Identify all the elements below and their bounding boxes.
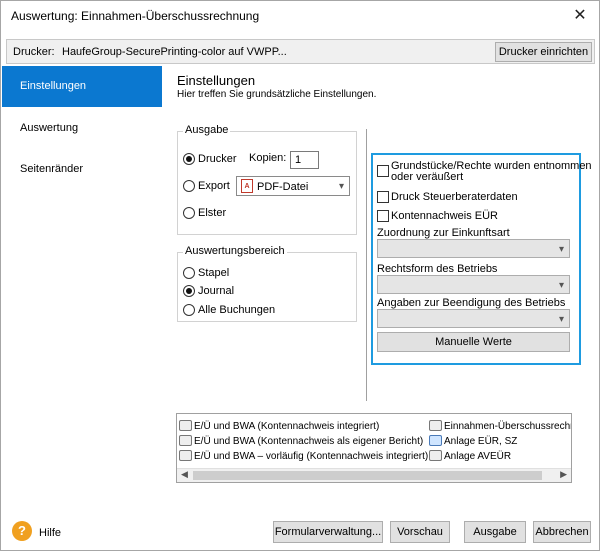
beendigung-label: Angaben zur Beendigung des Betriebs bbox=[377, 297, 566, 309]
chevron-right-icon[interactable]: ▶ bbox=[560, 469, 567, 480]
window-title: Auswertung: Einnahmen-Überschussrechnung bbox=[11, 9, 260, 23]
close-icon[interactable]: ✕ bbox=[569, 5, 591, 27]
radio-stapel-label: Stapel bbox=[198, 267, 230, 279]
checkbox-grundstuecke[interactable] bbox=[377, 165, 389, 177]
ausgabe-legend: Ausgabe bbox=[183, 124, 231, 136]
rechtsform-select[interactable]: ▾ bbox=[377, 275, 570, 294]
sidebar-item-seitenraender[interactable]: Seitenränder bbox=[2, 149, 162, 190]
radio-drucker-label: Drucker bbox=[198, 153, 237, 165]
rechtsform-label: Rechtsform des Betriebs bbox=[377, 263, 498, 275]
bereich-legend: Auswertungsbereich bbox=[183, 245, 287, 257]
sidebar-nav: Einstellungen Auswertung Seitenränder bbox=[2, 66, 162, 508]
chevron-down-icon: ▾ bbox=[558, 279, 564, 291]
radio-export-label: Export bbox=[198, 180, 230, 192]
checkbox-kontennachweis[interactable] bbox=[377, 210, 389, 222]
printer-bar: Drucker: HaufeGroup-SecurePrinting-color… bbox=[6, 39, 595, 64]
list-item[interactable]: E/Ü und BWA (Kontennachweis integriert) bbox=[179, 420, 379, 432]
list-item[interactable]: Anlage AVEÜR bbox=[429, 450, 511, 462]
manual-values-button[interactable]: Manuelle Werte bbox=[377, 332, 570, 352]
form-management-button[interactable]: Formularverwaltung... bbox=[273, 521, 383, 543]
help-label[interactable]: Hilfe bbox=[39, 527, 61, 539]
pdf-file-icon: A bbox=[241, 179, 253, 193]
checkbox-kontennachweis-label: Kontennachweis EÜR bbox=[391, 210, 499, 222]
scrollbar-thumb[interactable] bbox=[193, 471, 542, 480]
zuordnung-select[interactable]: ▾ bbox=[377, 239, 570, 258]
dialog-window: Auswertung: Einnahmen-Überschussrechnung… bbox=[0, 0, 600, 551]
printer-name: HaufeGroup-SecurePrinting-color auf VWPP… bbox=[62, 46, 287, 58]
beendigung-select[interactable]: ▾ bbox=[377, 309, 570, 328]
title-bar: Auswertung: Einnahmen-Überschussrechnung… bbox=[1, 1, 599, 31]
horizontal-scrollbar[interactable]: ◀ ▶ bbox=[177, 468, 571, 482]
radio-alle-buchungen-label: Alle Buchungen bbox=[198, 304, 276, 316]
radio-elster[interactable] bbox=[183, 207, 195, 219]
list-item[interactable]: E/Ü und BWA – vorläufig (Kontennachweis … bbox=[179, 450, 428, 462]
radio-drucker[interactable] bbox=[183, 153, 195, 165]
list-item[interactable]: Anlage EÜR, SZ bbox=[429, 435, 517, 447]
list-item[interactable]: E/Ü und BWA (Kontennachweis als eigener … bbox=[179, 435, 423, 447]
copies-label: Kopien: bbox=[249, 152, 287, 164]
printer-label: Drucker: bbox=[13, 46, 55, 58]
chevron-down-icon: ▾ bbox=[558, 243, 564, 255]
export-format-select[interactable]: A PDF-Datei ▾ bbox=[236, 176, 350, 196]
vertical-divider bbox=[366, 129, 367, 401]
sidebar-item-einstellungen[interactable]: Einstellungen bbox=[2, 66, 162, 107]
chevron-down-icon: ▾ bbox=[558, 313, 564, 325]
list-item[interactable]: Einnahmen-Überschussrechnu bbox=[429, 420, 571, 432]
radio-journal[interactable] bbox=[183, 285, 195, 297]
checkbox-steuerberater[interactable] bbox=[377, 191, 389, 203]
report-icon bbox=[179, 420, 192, 431]
report-icon bbox=[179, 435, 192, 446]
printer-setup-button[interactable]: Drucker einrichten bbox=[495, 42, 592, 62]
preview-button[interactable]: Vorschau bbox=[390, 521, 450, 543]
form-icon bbox=[429, 435, 442, 446]
zuordnung-label: Zuordnung zur Einkunftsart bbox=[377, 227, 510, 239]
page-title: Einstellungen bbox=[177, 73, 256, 88]
radio-journal-label: Journal bbox=[198, 285, 235, 297]
report-icon bbox=[179, 450, 192, 461]
export-format-value: PDF-Datei bbox=[257, 181, 309, 193]
radio-stapel[interactable] bbox=[183, 267, 195, 279]
report-list[interactable]: E/Ü und BWA (Kontennachweis integriert) … bbox=[176, 413, 572, 483]
copies-input[interactable]: 1 bbox=[290, 151, 319, 169]
page-subtitle: Hier treffen Sie grundsätzliche Einstell… bbox=[177, 89, 377, 100]
output-button[interactable]: Ausgabe bbox=[464, 521, 526, 543]
report-icon bbox=[429, 420, 442, 431]
chevron-left-icon[interactable]: ◀ bbox=[181, 469, 188, 480]
sidebar-item-auswertung[interactable]: Auswertung bbox=[2, 108, 162, 149]
cancel-button[interactable]: Abbrechen bbox=[533, 521, 591, 543]
question-icon[interactable]: ? bbox=[12, 521, 32, 541]
chevron-down-icon: ▾ bbox=[338, 181, 344, 192]
radio-export[interactable] bbox=[183, 180, 195, 192]
report-icon bbox=[429, 450, 442, 461]
checkbox-steuerberater-label: Druck Steuerberaterdaten bbox=[391, 191, 518, 203]
checkbox-grundstuecke-label: Grundstücke/Rechte wurden entnommen oder… bbox=[391, 160, 592, 183]
radio-alle-buchungen[interactable] bbox=[183, 304, 195, 316]
radio-elster-label: Elster bbox=[198, 207, 227, 219]
